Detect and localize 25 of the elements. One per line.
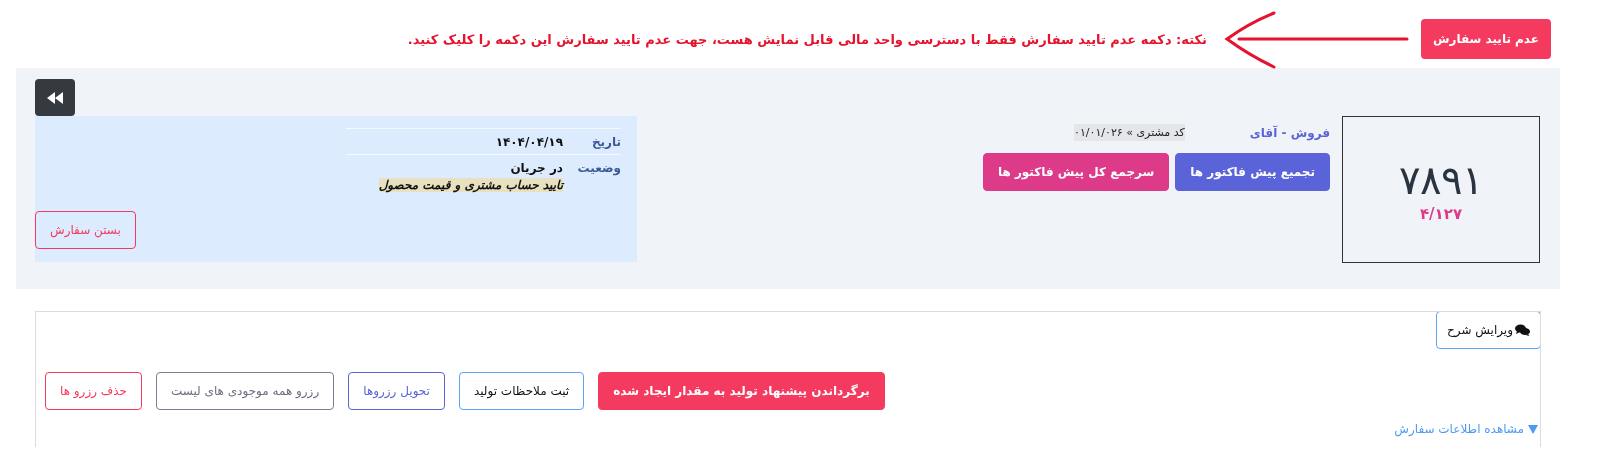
field-label: وضعیت — [577, 161, 621, 175]
order-info-toggle[interactable]: مشاهده اطلاعات سفارش — [1394, 422, 1538, 436]
rewind-icon — [47, 91, 63, 104]
field-value: ۱۴۰۴/۰۴/۱۹ — [494, 135, 563, 149]
edit-description-button[interactable]: ویرایش شرح — [1436, 312, 1540, 349]
reject-order-button[interactable]: عدم تایید سفارش — [1420, 19, 1551, 59]
field-label: تاریخ — [591, 135, 621, 149]
field-value: در جریان — [509, 161, 563, 175]
close-order-button[interactable]: بستن سفارش — [35, 211, 136, 249]
caret-icon — [1528, 424, 1538, 434]
note-text: نکته: دکمه عدم تایید سفارش فقط با دسترسی واحد مالی قابل نمایش هست، جهت عدم تایید سفارش این دکمه را کلیک کنید. — [407, 31, 1207, 47]
chat-icon — [1515, 324, 1530, 336]
customer-code: کد مشتری » ۰۱/۰۱/۰۲۶ — [1074, 124, 1185, 141]
action-button[interactable]: سرجمع کل پیش فاکتور ها — [982, 153, 1170, 191]
action-button[interactable]: ثبت ملاحظات تولید — [458, 372, 585, 410]
order-ref: ۴/۱۲۷ — [1419, 204, 1463, 223]
back-button[interactable] — [35, 79, 75, 116]
action-button[interactable]: برگرداندن پیشنهاد تولید به مقدار ایجاد شده — [598, 372, 885, 410]
field-value: تایید حساب مشتری و قیمت محصول — [378, 178, 563, 192]
customer-title: فروش - آقای — [1249, 125, 1330, 140]
action-button[interactable]: رزرو همه موجودی های لیست — [155, 372, 335, 410]
action-button[interactable]: تحویل رزروها — [348, 372, 445, 410]
action-button[interactable]: تجمیع پیش فاکتور ها — [1175, 153, 1330, 191]
order-number: ۷۸۹۱ — [1399, 156, 1483, 203]
action-button[interactable]: حذف رزرو ها — [45, 372, 142, 410]
